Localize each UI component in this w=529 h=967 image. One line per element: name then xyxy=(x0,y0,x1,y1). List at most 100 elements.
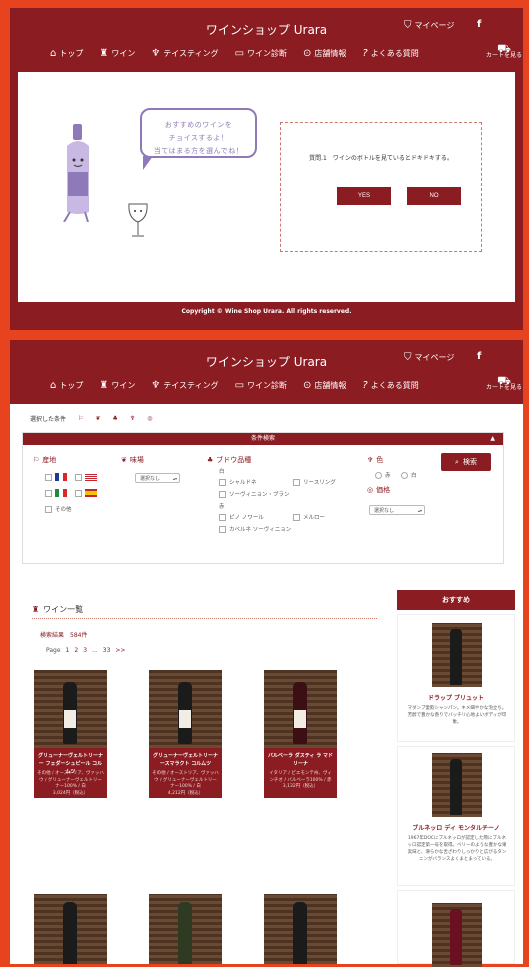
mypage-link[interactable]: ⛉ マイページ xyxy=(404,20,454,31)
facebook-icon[interactable]: f xyxy=(477,19,481,30)
wine-bottle-glass-icon: ♜ xyxy=(99,48,109,59)
checkbox[interactable] xyxy=(219,513,226,521)
page-link-1[interactable]: 1 xyxy=(66,647,70,654)
page-link-2[interactable]: 2 xyxy=(74,647,78,654)
page-link-3[interactable]: 3 xyxy=(83,647,87,654)
bottle-label xyxy=(64,710,76,728)
cart-link[interactable]: ⛟ カートを見る xyxy=(486,375,522,391)
page-link-33[interactable]: 33 xyxy=(103,647,111,654)
wine-photo[interactable] xyxy=(264,894,337,964)
wine-photo[interactable] xyxy=(34,894,107,964)
wine-glasses-icon[interactable]: ♆ xyxy=(130,415,135,422)
search-button-label: 検索 xyxy=(462,458,477,466)
monitor-icon: ▭ xyxy=(234,48,245,59)
checkbox[interactable] xyxy=(293,478,300,486)
wine-photo[interactable] xyxy=(264,670,337,748)
nav-tasting[interactable]: ♆ テイスティング xyxy=(151,48,218,59)
origin-usa[interactable] xyxy=(75,473,100,481)
color-white-label: 白 xyxy=(411,473,417,479)
nav-faq[interactable]: ? よくある質問 xyxy=(362,380,418,391)
nav-top[interactable]: ⌂ トップ xyxy=(50,48,83,59)
nav-store-info[interactable]: ⊙ 店舗情報 xyxy=(303,380,346,391)
recommend-name[interactable]: ブルネッロ ディ モンタルチーノ xyxy=(398,823,514,832)
taste-select[interactable]: 選択なし xyxy=(135,473,180,484)
no-button[interactable]: NO xyxy=(407,187,461,205)
divider xyxy=(32,618,377,619)
checkbox[interactable] xyxy=(293,513,300,521)
yes-button[interactable]: YES xyxy=(337,187,391,205)
flag-outline-icon[interactable]: ⚐ xyxy=(78,415,83,422)
grape-pinot-noir[interactable]: ピノ ノワール xyxy=(219,513,264,521)
grape-chardonnay[interactable]: シャルドネ xyxy=(219,478,257,486)
recommend-photo[interactable] xyxy=(432,903,482,967)
radio[interactable] xyxy=(401,471,408,479)
collapse-icon[interactable]: ▲ xyxy=(490,433,495,445)
grape-icon[interactable]: ♣ xyxy=(112,415,117,422)
recommend-item[interactable]: ブルネッロ ディ モンタルチーノ 1967年DOCにブルネッロが認定した際にブル… xyxy=(397,746,515,886)
checkbox[interactable] xyxy=(219,478,226,486)
checkbox[interactable] xyxy=(45,505,52,513)
nav-wine[interactable]: ♜ ワイン xyxy=(99,380,135,391)
recommend-name[interactable]: ドラップ ブリュット xyxy=(398,693,514,702)
leaf-icon[interactable]: ❦ xyxy=(95,415,100,422)
nav-tasting[interactable]: ♆ テイスティング xyxy=(151,380,218,391)
color-red[interactable]: 赤 xyxy=(375,471,391,479)
recommend-item[interactable] xyxy=(397,890,515,967)
grape-option-label: ソーヴィニョン・ブラン xyxy=(229,492,290,498)
checkbox[interactable] xyxy=(219,490,226,498)
wine-card[interactable] xyxy=(149,894,222,964)
recommend-photo[interactable] xyxy=(432,753,482,817)
grape-riesling[interactable]: リースリング xyxy=(293,478,336,486)
wine-card[interactable]: グリューナーヴェルトリーナー フェダーシュピール コルムツ その他 / オースト… xyxy=(34,670,107,798)
grape-cabernet-sauvignon[interactable]: カベルネ ソーヴィニョン xyxy=(219,525,291,533)
nav-wine[interactable]: ♜ ワイン xyxy=(99,48,135,59)
nav-faq[interactable]: ? よくある質問 xyxy=(362,48,418,59)
recommend-photo[interactable] xyxy=(432,623,482,687)
wine-name[interactable]: グリューナーヴェルトリーナースマラクト コルムツ xyxy=(152,752,219,768)
result-count: 検索結果 584件 xyxy=(40,632,88,639)
wine-photo[interactable] xyxy=(149,670,222,748)
wine-photo[interactable] xyxy=(149,894,222,964)
checkbox[interactable] xyxy=(75,489,82,497)
checkbox[interactable] xyxy=(75,473,82,481)
search-area: 選択した条件 ⚐ ❦ ♣ ♆ ◎ 条件検索 ▲ ⚐ 産地 その他 ❦ 味場 選択なし … xyxy=(10,404,523,576)
wine-name[interactable]: バルベーラ ダスティ ラ マドリーナ xyxy=(267,752,334,768)
nav-label: ワイン xyxy=(111,381,136,390)
filter-panel-header[interactable]: 条件検索 ▲ xyxy=(23,433,503,445)
cart-link[interactable]: ⛟ カートを見る xyxy=(486,43,522,59)
nav-store-info[interactable]: ⊙ 店舗情報 xyxy=(303,48,346,59)
checkbox[interactable] xyxy=(45,473,52,481)
checkbox[interactable] xyxy=(219,525,226,533)
search-button[interactable]: ⌕ 検索 xyxy=(441,453,491,471)
mypage-link[interactable]: ⛉ マイページ xyxy=(404,352,454,363)
search-icon: ⌕ xyxy=(455,457,459,466)
bottle-image xyxy=(450,909,462,965)
wine-desc: その他 / オーストリア、ヴァッハウ / グリューナーヴェルトリーナー100% … xyxy=(37,771,104,797)
wine-photo[interactable] xyxy=(34,670,107,748)
price-icon[interactable]: ◎ xyxy=(147,415,152,422)
wine-card[interactable] xyxy=(264,894,337,964)
wine-card[interactable]: バルベーラ ダスティ ラ マドリーナ イタリア / ピエモンテ州、ヴィンチオ /… xyxy=(264,670,337,798)
color-white[interactable]: 白 xyxy=(401,471,417,479)
origin-france[interactable] xyxy=(45,473,70,481)
wine-card[interactable] xyxy=(34,894,107,964)
origin-other[interactable]: その他 xyxy=(45,505,72,513)
nav-diagnosis[interactable]: ▭ ワイン診断 xyxy=(235,48,287,59)
recommend-item[interactable]: ドラップ ブリュット マダンブ愛飲シャンパン。キメ細やかな泡立ち。芳醇で豊かな香… xyxy=(397,614,515,742)
nav-top[interactable]: ⌂ トップ xyxy=(50,380,83,391)
grape-sauvignon-blanc[interactable]: ソーヴィニョン・ブラン xyxy=(219,490,290,498)
page-next[interactable]: >> xyxy=(115,647,125,654)
origin-spain[interactable] xyxy=(75,489,100,497)
price-select[interactable]: 選択なし xyxy=(369,505,425,516)
grape-merlot[interactable]: メルロー xyxy=(293,513,325,521)
radio[interactable] xyxy=(375,471,382,479)
facebook-icon[interactable]: f xyxy=(477,351,481,362)
grape-option-label: ピノ ノワール xyxy=(229,515,264,521)
nav-label: 店舗情報 xyxy=(314,381,347,390)
checkbox[interactable] xyxy=(45,489,52,497)
main-nav: ⌂ トップ ♜ ワイン ♆ テイスティング ▭ ワイン診断 ⊙ 店舗情報 ? よくある質問 xyxy=(50,380,419,391)
bottle-label xyxy=(179,710,191,728)
origin-italy[interactable] xyxy=(45,489,70,497)
nav-diagnosis[interactable]: ▭ ワイン診断 xyxy=(235,380,287,391)
wine-card[interactable]: グリューナーヴェルトリーナースマラクト コルムツ その他 / オーストリア、ヴァ… xyxy=(149,670,222,798)
